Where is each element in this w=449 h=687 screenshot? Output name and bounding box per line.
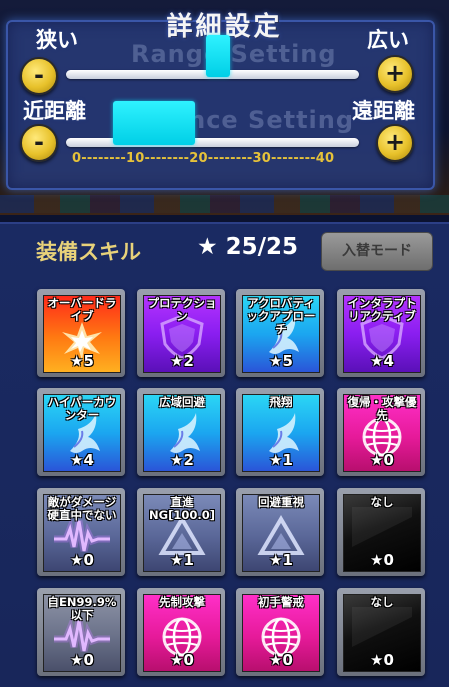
skill-star-cost: ★5 (70, 352, 94, 370)
skill-star-cost: ★5 (269, 352, 293, 370)
skill-grid: オーバードライブ ★5 プロテクション ★2 アクロバティックアプローチ ★5 インタラプト… (0, 0, 449, 685)
skill-slot[interactable]: 復帰・攻撃優先 ★0 (337, 388, 425, 476)
skill-star-cost: ★0 (269, 651, 293, 669)
skill-slot[interactable]: 直進NG[100.0] ★1 (137, 488, 225, 576)
skill-name: 飛翔 (269, 395, 293, 409)
skill-card-face: プロテクション ★2 (143, 295, 221, 373)
skill-name: 先制攻撃 (159, 595, 205, 609)
skill-slot[interactable]: 初手警戒 ★0 (236, 588, 324, 676)
skill-name: なし (370, 595, 394, 609)
skill-card-face: アクロバティックアプローチ ★5 (242, 295, 320, 373)
skill-card-face: 回避重視 ★1 (242, 494, 320, 572)
skill-slot[interactable]: オーバードライブ ★5 (37, 289, 125, 377)
skill-star-cost: ★1 (269, 451, 293, 469)
skill-star-cost: ★4 (70, 451, 94, 469)
skill-card-face: ハイパーカウンター ★4 (43, 394, 121, 472)
skill-star-cost: ★0 (370, 651, 394, 669)
skill-star-cost: ★2 (170, 352, 194, 370)
skill-name: なし (370, 495, 394, 509)
skill-name: 自EN99.9%以下 (47, 595, 117, 622)
skill-slot[interactable]: なし ★0 (337, 488, 425, 576)
skill-name: オーバードライブ (47, 296, 117, 323)
skill-slot[interactable]: 回避重視 ★1 (236, 488, 324, 576)
skill-name: 直進NG[100.0] (149, 495, 215, 522)
skill-slot[interactable]: インタラプトリアクティブ ★4 (337, 289, 425, 377)
skill-card-face: なし ★0 (343, 594, 421, 672)
skill-slot[interactable]: 敵がダメージ硬直中でない ★0 (37, 488, 125, 576)
skill-star-cost: ★0 (70, 551, 94, 569)
skill-star-cost: ★2 (170, 451, 194, 469)
skill-slot[interactable]: ハイパーカウンター ★4 (37, 388, 125, 476)
skill-slot[interactable]: 自EN99.9%以下 ★0 (37, 588, 125, 676)
skill-name: 復帰・攻撃優先 (347, 395, 417, 422)
skill-name: 初手警戒 (258, 595, 304, 609)
skill-card-face: 直進NG[100.0] ★1 (143, 494, 221, 572)
skill-card-face: 初手警戒 ★0 (242, 594, 320, 672)
skill-star-cost: ★4 (370, 352, 394, 370)
skill-card-face: 先制攻撃 ★0 (143, 594, 221, 672)
skill-card-face: 復帰・攻撃優先 ★0 (343, 394, 421, 472)
skill-card-face: 自EN99.9%以下 ★0 (43, 594, 121, 672)
skill-slot[interactable]: なし ★0 (337, 588, 425, 676)
skill-star-cost: ★0 (370, 551, 394, 569)
skill-name: 敵がダメージ硬直中でない (47, 495, 117, 522)
skill-name: 広域回避 (159, 395, 205, 409)
skill-card-face: オーバードライブ ★5 (43, 295, 121, 373)
skill-name: アクロバティックアプローチ (246, 296, 316, 336)
skill-star-cost: ★1 (170, 551, 194, 569)
skill-name: ハイパーカウンター (47, 395, 117, 422)
skill-name: 回避重視 (258, 495, 304, 509)
skill-card-face: なし ★0 (343, 494, 421, 572)
skill-card-face: 飛翔 ★1 (242, 394, 320, 472)
skill-card-face: 敵がダメージ硬直中でない ★0 (43, 494, 121, 572)
skill-slot[interactable]: 広域回避 ★2 (137, 388, 225, 476)
skill-star-cost: ★0 (170, 651, 194, 669)
skill-slot[interactable]: プロテクション ★2 (137, 289, 225, 377)
skill-name: インタラプトリアクティブ (347, 296, 417, 323)
skill-star-cost: ★1 (269, 551, 293, 569)
skill-card-face: インタラプトリアクティブ ★4 (343, 295, 421, 373)
skill-card-face: 広域回避 ★2 (143, 394, 221, 472)
skill-slot[interactable]: 飛翔 ★1 (236, 388, 324, 476)
skill-star-cost: ★0 (370, 451, 394, 469)
skill-name: プロテクション (147, 296, 217, 323)
skill-slot[interactable]: アクロバティックアプローチ ★5 (236, 289, 324, 377)
skill-slot[interactable]: 先制攻撃 ★0 (137, 588, 225, 676)
skill-star-cost: ★0 (70, 651, 94, 669)
